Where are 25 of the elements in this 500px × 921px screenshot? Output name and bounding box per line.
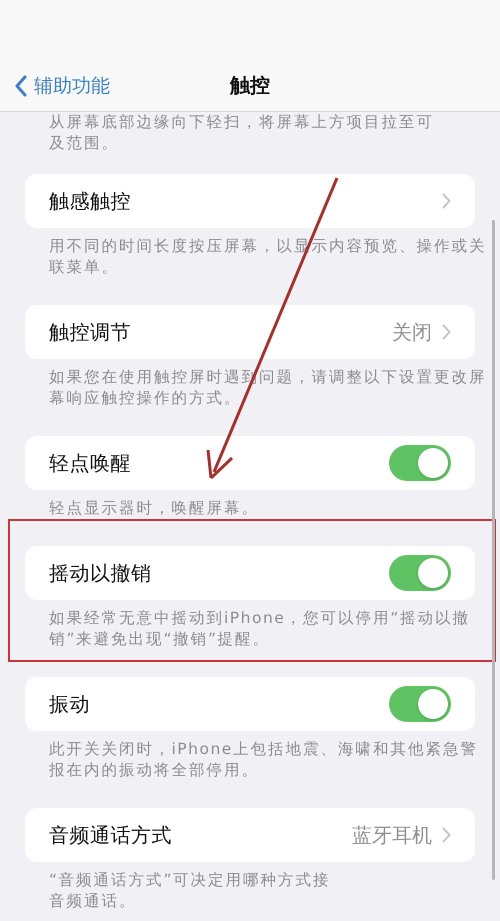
chevron-icon xyxy=(442,324,451,340)
footnote-text: 此开关关闭时，iPhone上包括地震、海啸和其他紧急警 报在内的振动将全部停用。 xyxy=(48,739,479,781)
row-label: 振动 xyxy=(49,690,91,718)
row-label: 音频通话方式 xyxy=(49,822,173,848)
chevron-icon xyxy=(442,827,451,843)
row-label: 轻点唤醒 xyxy=(49,450,132,476)
settings-row[interactable]: 触感触控 xyxy=(25,174,475,228)
settings-row[interactable]: 触控调节 关闭 xyxy=(25,305,475,359)
row-value: 蓝牙耳机 xyxy=(352,822,432,848)
footnote-text: 轻点显示器时，唤醒屏幕。 xyxy=(48,498,260,519)
settings-row[interactable]: 音频通话方式 蓝牙耳机 xyxy=(25,808,475,862)
back-chevron-icon xyxy=(14,75,28,97)
page-title: 触控 xyxy=(230,72,270,99)
row-label: 摇动以撤销 xyxy=(49,560,152,586)
footnote-text: 从屏幕底部边缘向下轻扫，将屏幕上方项目拉至可 及范围。 xyxy=(48,112,435,154)
back-button[interactable]: 辅助功能 xyxy=(14,73,110,99)
toggle-switch[interactable] xyxy=(389,686,451,722)
footnote-text: “音频通话方式”可决定用哪种方式接 音频通话。 xyxy=(48,870,332,912)
toggle-switch[interactable] xyxy=(389,445,451,481)
footnote-text: 如果经常无意中摇动到iPhone，您可以停用“摇动以撤 销”来避免出现“撤销”提醒。 xyxy=(48,608,471,650)
toggle-switch[interactable] xyxy=(389,555,451,591)
row-label: 触控调节 xyxy=(49,318,132,346)
row-value: 关闭 xyxy=(392,318,432,346)
row-label: 触感触控 xyxy=(49,188,132,214)
chevron-icon xyxy=(442,193,451,209)
